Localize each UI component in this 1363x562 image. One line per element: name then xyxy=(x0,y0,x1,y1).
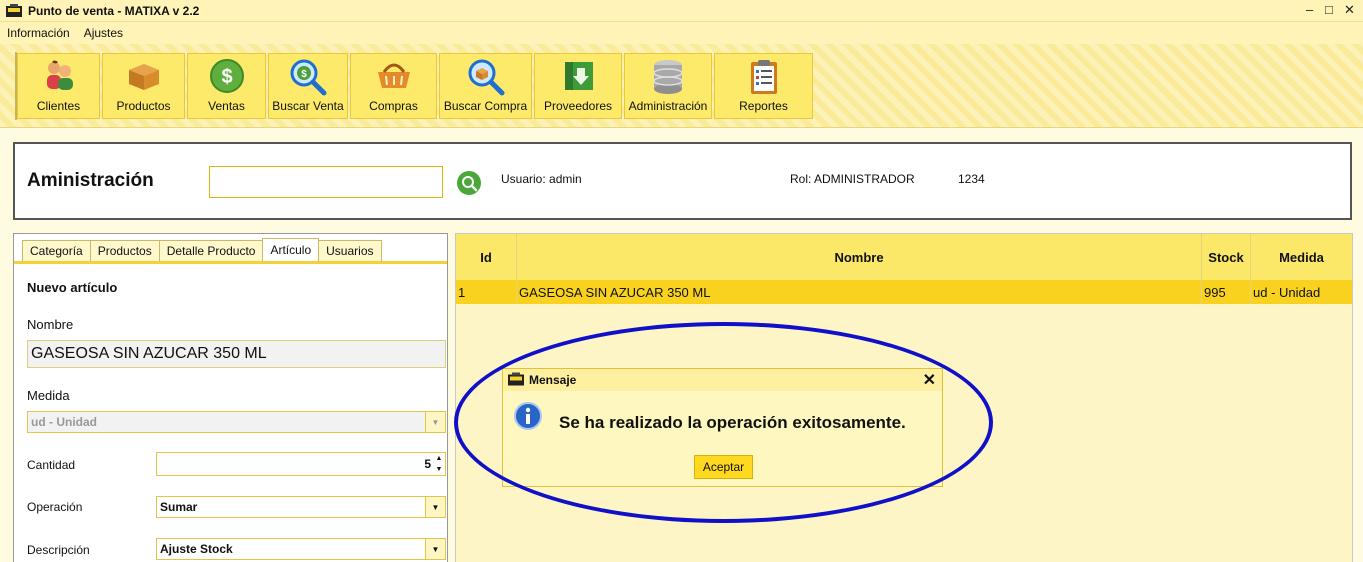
info-icon xyxy=(514,402,542,430)
medida-label: Medida xyxy=(27,388,70,403)
search-dollar-icon: $ xyxy=(290,59,327,96)
operacion-value: Sumar xyxy=(160,500,198,514)
table-header: Id Nombre Stock Medida xyxy=(456,234,1352,280)
message-dialog: Mensaje ✕ Se ha realizado la operación e… xyxy=(502,368,943,487)
cell-stock: 995 xyxy=(1202,280,1251,304)
tab-usuarios[interactable]: Usuarios xyxy=(318,240,382,261)
app-icon xyxy=(6,3,22,17)
chevron-down-icon[interactable]: ▼ xyxy=(425,539,445,559)
search-icon[interactable] xyxy=(456,170,482,196)
menu-ajustes[interactable]: Ajustes xyxy=(84,26,123,40)
toolbar-label: Administración xyxy=(628,99,708,113)
tab-divider xyxy=(14,261,447,264)
toolbar-button-ventas[interactable]: $ Ventas xyxy=(187,53,266,119)
cell-nombre: GASEOSA SIN AZUCAR 350 ML xyxy=(517,280,1202,304)
title-bar: Punto de venta - MATIXA v 2.2 – □ ✕ xyxy=(0,0,1363,22)
toolbar: Clientes Productos $ Ventas $ Buscar Ven… xyxy=(0,44,1363,128)
descripcion-value: Ajuste Stock xyxy=(160,542,233,556)
menu-bar: Información Ajustes xyxy=(0,22,1363,44)
column-header-medida[interactable]: Medida xyxy=(1251,234,1352,280)
dollar-coin-icon: $ xyxy=(209,59,244,93)
search-box-icon xyxy=(468,59,504,96)
window-title: Punto de venta - MATIXA v 2.2 xyxy=(28,3,200,18)
toolbar-label: Buscar Venta xyxy=(272,99,344,113)
page-title: Aministración xyxy=(27,170,154,191)
tab-bar: Categoría Productos Detalle Producto Art… xyxy=(22,238,382,261)
dialog-title-bar: Mensaje ✕ xyxy=(503,369,942,391)
toolbar-label: Buscar Compra xyxy=(443,99,528,113)
tab-articulo[interactable]: Artículo xyxy=(262,238,320,261)
cantidad-stepper[interactable]: 5 ▲ ▼ xyxy=(156,452,446,476)
operacion-label: Operación xyxy=(27,500,83,514)
accept-button[interactable]: Aceptar xyxy=(694,455,753,479)
toolbar-label: Compras xyxy=(369,99,418,113)
cantidad-value: 5 xyxy=(424,457,431,471)
maximize-button[interactable]: □ xyxy=(1325,2,1333,17)
people-icon xyxy=(46,60,73,90)
stepper-arrows-icon[interactable]: ▲ ▼ xyxy=(433,453,445,475)
download-box-icon xyxy=(565,62,593,90)
close-window-button[interactable]: ✕ xyxy=(1344,2,1355,18)
toolbar-button-buscar-compra[interactable]: Buscar Compra xyxy=(439,53,532,119)
box-icon xyxy=(128,64,159,90)
chevron-down-icon[interactable]: ▼ xyxy=(425,497,445,517)
code-label: 1234 xyxy=(958,172,985,186)
column-header-id[interactable]: Id xyxy=(456,234,517,280)
tab-detalle-producto[interactable]: Detalle Producto xyxy=(158,240,264,261)
toolbar-label: Clientes xyxy=(36,99,81,113)
svg-text:$: $ xyxy=(301,69,307,80)
tab-categoria[interactable]: Categoría xyxy=(22,240,91,261)
toolbar-button-buscar-venta[interactable]: $ Buscar Venta xyxy=(268,53,348,119)
search-input[interactable] xyxy=(209,166,443,198)
user-label: Usuario: admin xyxy=(501,172,582,186)
descripcion-select[interactable]: Ajuste Stock ▼ xyxy=(156,538,446,560)
tab-productos[interactable]: Productos xyxy=(89,240,160,261)
clipboard-icon xyxy=(750,60,777,94)
dialog-title: Mensaje xyxy=(529,373,577,387)
column-header-stock[interactable]: Stock xyxy=(1202,234,1251,280)
form-heading: Nuevo artículo xyxy=(27,280,118,295)
menu-informacion[interactable]: Información xyxy=(7,26,70,40)
cell-medida: ud - Unidad xyxy=(1253,284,1321,300)
toolbar-button-proveedores[interactable]: Proveedores xyxy=(534,53,622,119)
basket-icon xyxy=(377,63,410,88)
header-panel: Aministración Usuario: admin Rol: ADMINI… xyxy=(13,142,1352,220)
svg-text:$: $ xyxy=(221,66,232,88)
descripcion-label: Descripción xyxy=(27,543,90,557)
medida-value: ud - Unidad xyxy=(31,415,97,429)
dialog-close-button[interactable]: ✕ xyxy=(923,370,936,390)
nombre-field[interactable]: GASEOSA SIN AZUCAR 350 ML xyxy=(27,340,446,368)
toolbar-label: Proveedores xyxy=(543,99,613,113)
nombre-label: Nombre xyxy=(27,317,74,332)
toolbar-button-productos[interactable]: Productos xyxy=(102,53,185,119)
minimize-button[interactable]: – xyxy=(1306,2,1313,17)
app-icon xyxy=(508,372,524,386)
chevron-down-icon[interactable]: ▼ xyxy=(425,412,445,432)
toolbar-button-clientes[interactable]: Clientes xyxy=(17,53,100,119)
column-header-nombre[interactable]: Nombre xyxy=(517,234,1202,280)
cell-id: 1 xyxy=(456,280,517,304)
toolbar-label: Ventas xyxy=(208,99,245,113)
operacion-select[interactable]: Sumar ▼ xyxy=(156,496,446,518)
toolbar-label: Productos xyxy=(116,99,171,113)
toolbar-label: Reportes xyxy=(739,99,788,113)
toolbar-button-reportes[interactable]: Reportes xyxy=(714,53,813,119)
cantidad-label: Cantidad xyxy=(27,458,76,472)
medida-select[interactable]: ud - Unidad ▼ xyxy=(27,411,446,433)
role-label: Rol: ADMINISTRADOR xyxy=(790,172,915,186)
database-icon xyxy=(653,60,683,94)
dialog-message: Se ha realizado la operación exitosament… xyxy=(559,413,906,432)
form-panel: Categoría Productos Detalle Producto Art… xyxy=(13,233,448,562)
toolbar-button-compras[interactable]: Compras xyxy=(350,53,437,119)
toolbar-button-administracion[interactable]: Administración xyxy=(624,53,712,119)
table-row[interactable]: 1 GASEOSA SIN AZUCAR 350 ML 995 ud - Uni… xyxy=(456,280,1352,304)
